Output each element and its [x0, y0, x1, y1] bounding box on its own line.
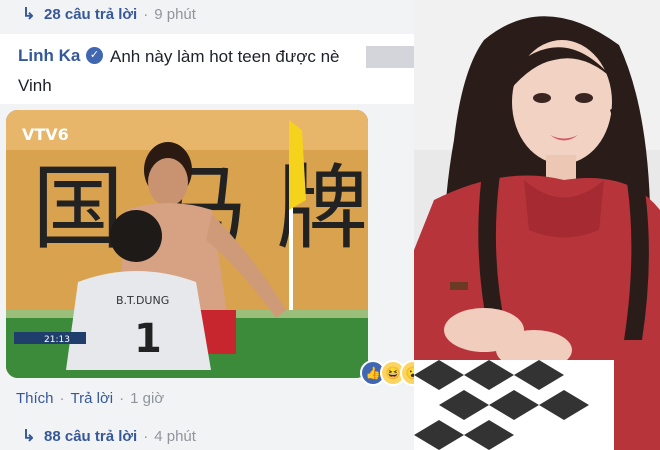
- comment-video-thumbnail[interactable]: 国 马 牌 B.T.DUNG 1: [6, 110, 368, 378]
- blurred-tag: [366, 46, 414, 68]
- like-link[interactable]: Thích: [16, 390, 54, 407]
- comment-time: 1 giờ: [130, 390, 165, 407]
- comment-section: ↳ 28 câu trả lời · 9 phút Linh Ka ✓ Anh …: [0, 0, 414, 450]
- separator-dot: ·: [59, 390, 65, 407]
- player-name: B.T.DUNG: [116, 294, 169, 307]
- reply-arrow-icon: ↳: [22, 428, 36, 445]
- reply-time: 4 phút: [154, 427, 196, 445]
- verified-badge-icon: ✓: [86, 47, 103, 64]
- separator-dot: ·: [143, 5, 149, 23]
- channel-logo: VTV6: [22, 125, 69, 144]
- comment-text-continued: Vinh: [18, 76, 52, 95]
- reaction-summary[interactable]: 👍 😆 😮: [360, 360, 414, 386]
- reply-link[interactable]: Trả lời: [71, 390, 114, 407]
- comment-actions: Thích · Trả lời · 1 giờ: [16, 390, 164, 407]
- banner-char-1: 国: [32, 155, 124, 262]
- screenshot-root: ↳ 28 câu trả lời · 9 phút Linh Ka ✓ Anh …: [0, 0, 660, 450]
- separator-dot: ·: [143, 427, 149, 445]
- portrait-image: [414, 0, 660, 450]
- view-replies-bottom[interactable]: ↳ 88 câu trả lời · 4 phút: [22, 424, 196, 448]
- comment-bubble: Linh Ka ✓ Anh này làm hot teen được nè V…: [0, 34, 414, 104]
- reply-count-label[interactable]: 88 câu trả lời: [44, 428, 137, 445]
- comment-author[interactable]: Linh Ka: [18, 46, 80, 66]
- match-timer: 21:13: [44, 335, 70, 345]
- player-number: 1: [134, 316, 162, 362]
- portrait-photo: [414, 0, 660, 450]
- reply-time: 9 phút: [154, 5, 196, 23]
- reply-arrow-icon: ↳: [22, 6, 36, 23]
- reply-count-label[interactable]: 28 câu trả lời: [44, 6, 137, 23]
- video-frame: 国 马 牌 B.T.DUNG 1: [6, 110, 368, 378]
- view-replies-top[interactable]: ↳ 28 câu trả lời · 9 phút: [22, 2, 196, 26]
- separator-dot: ·: [119, 390, 125, 407]
- comment-text: Anh này làm hot teen được nè: [110, 47, 340, 66]
